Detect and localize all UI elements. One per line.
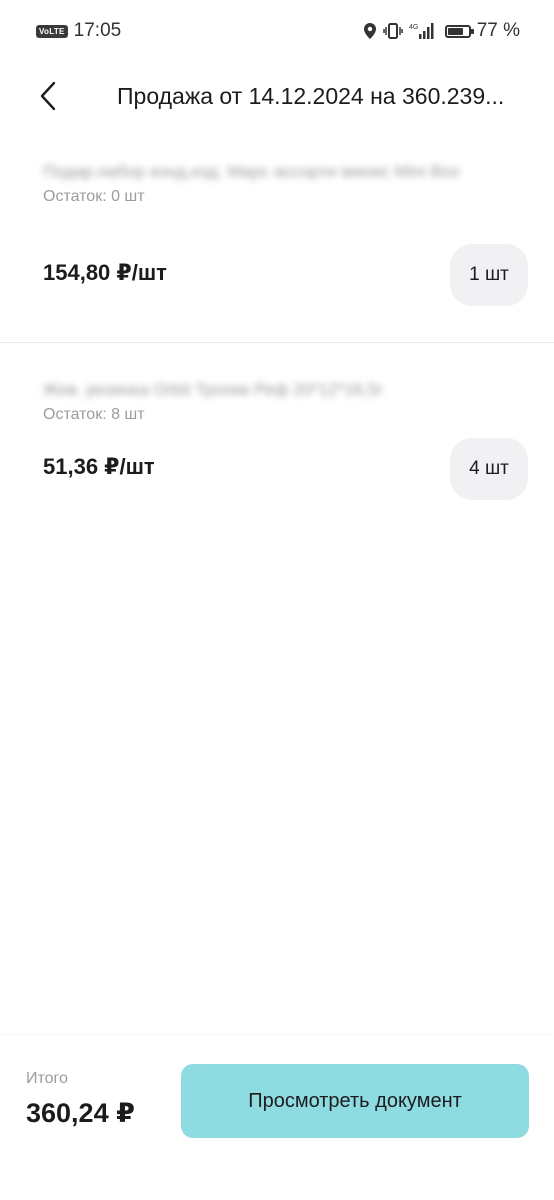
total-label: Итого bbox=[26, 1070, 68, 1087]
page-title: Продажа от 14.12.2024 на 360.239... bbox=[117, 83, 505, 109]
item-name: Подар.набор конд.изд. Марс ассорти минис… bbox=[43, 162, 460, 181]
quantity-button[interactable]: 4 шт bbox=[450, 438, 528, 500]
status-time: 17:05 bbox=[73, 20, 122, 41]
volte-badge: VoLTE bbox=[36, 24, 68, 38]
footer: Итого 360,24 ₽ Просмотреть документ bbox=[0, 1036, 554, 1200]
battery-icon bbox=[444, 24, 474, 38]
item-stock: Остаток: 8 шт bbox=[43, 406, 145, 423]
signal-icon: 4G bbox=[409, 22, 435, 40]
quantity-button[interactable]: 1 шт bbox=[450, 244, 528, 306]
chevron-left-icon bbox=[40, 81, 56, 111]
battery-fill bbox=[447, 27, 464, 35]
divider bbox=[0, 342, 554, 343]
list-item[interactable]: Жев. резинка Orbit Тропик Реф 20*12*16,5… bbox=[0, 378, 554, 518]
item-name: Жев. резинка Orbit Тропик Реф 20*12*16,5… bbox=[43, 380, 384, 399]
location-icon bbox=[363, 22, 377, 40]
item-price: 154,80 ₽/шт bbox=[43, 260, 167, 285]
battery-text: 77 % bbox=[476, 20, 520, 41]
item-stock: Остаток: 0 шт bbox=[43, 188, 145, 205]
back-button[interactable] bbox=[18, 66, 78, 126]
total-value: 360,24 ₽ bbox=[26, 1098, 135, 1128]
status-right: 4G 77 % bbox=[363, 20, 520, 42]
status-left: VoLTE 17:05 bbox=[36, 20, 121, 42]
screen: VoLTE 17:05 4G 77 % Продажа от 14.12.202… bbox=[0, 0, 554, 1200]
status-bar: VoLTE 17:05 4G 77 % bbox=[0, 0, 554, 62]
list-item[interactable]: Подар.набор конд.изд. Марс ассорти минис… bbox=[0, 160, 554, 342]
vibrate-icon bbox=[382, 22, 403, 40]
view-document-button[interactable]: Просмотреть документ bbox=[181, 1064, 529, 1138]
header: Продажа от 14.12.2024 на 360.239... bbox=[0, 62, 554, 130]
item-price: 51,36 ₽/шт bbox=[43, 454, 155, 479]
network-type-label: 4G bbox=[409, 24, 418, 31]
